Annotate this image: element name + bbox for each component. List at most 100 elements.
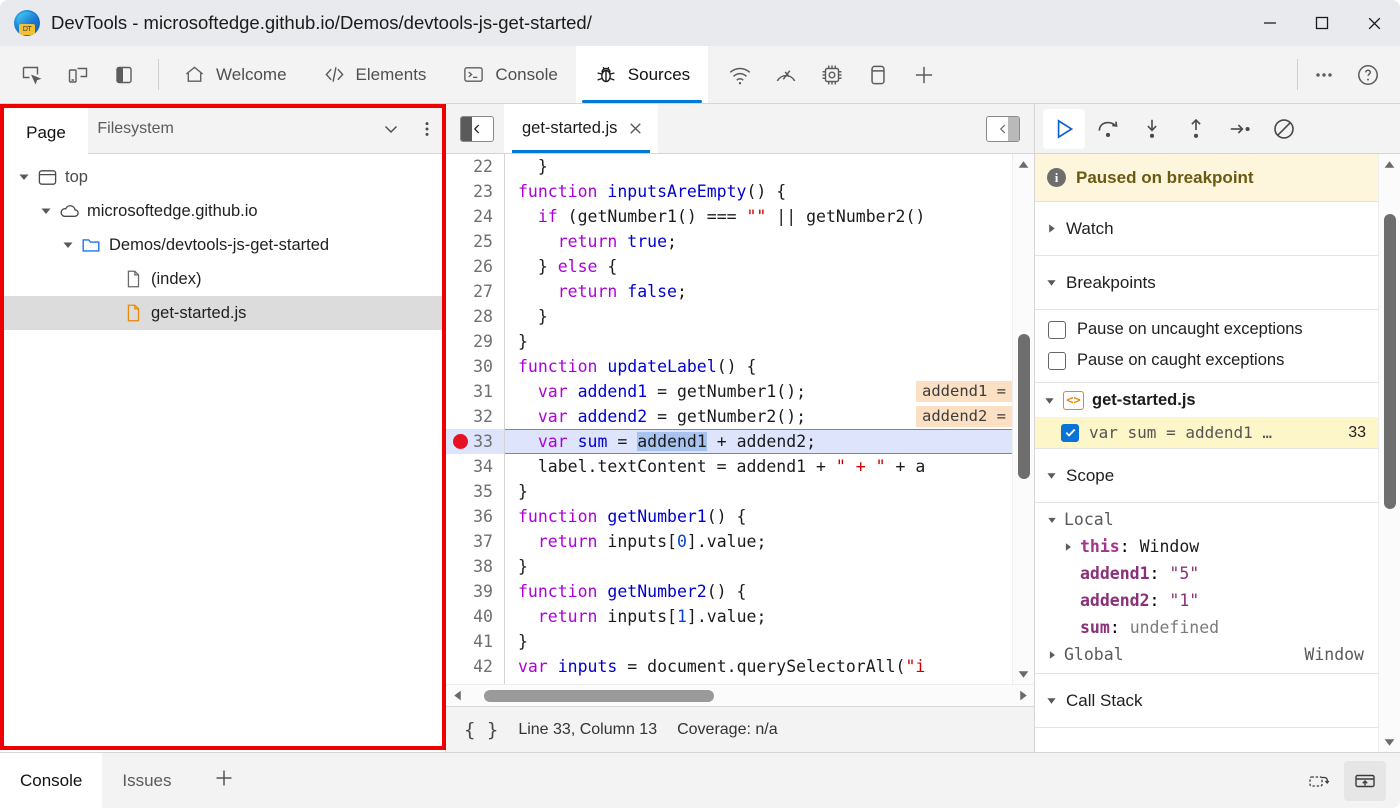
- line-number[interactable]: 34: [446, 454, 504, 479]
- scope-row-addend2[interactable]: addend2 : "1": [1035, 587, 1378, 614]
- tab-elements[interactable]: Elements: [305, 46, 445, 103]
- help-question-icon[interactable]: [1348, 55, 1388, 95]
- code-text[interactable]: return false;: [504, 279, 1012, 304]
- performance-gauge-icon[interactable]: [766, 55, 806, 95]
- chevron-collapsed-icon[interactable]: [1063, 542, 1080, 552]
- chevron-expanded-icon[interactable]: [58, 239, 78, 251]
- scroll-right-arrow-icon[interactable]: [1012, 689, 1034, 702]
- line-number[interactable]: 29: [446, 329, 504, 354]
- scroll-down-arrow-icon[interactable]: [1383, 732, 1396, 752]
- code-text[interactable]: label.textContent = addend1 + " + " + a: [504, 454, 1012, 479]
- code-line[interactable]: 22 }: [446, 154, 1012, 179]
- code-text[interactable]: }: [504, 329, 1012, 354]
- dock-side-icon[interactable]: [104, 55, 144, 95]
- restore-drawer-icon[interactable]: [1298, 761, 1340, 801]
- chevron-expanded-icon[interactable]: [1047, 515, 1064, 525]
- dock-drawer-up-icon[interactable]: [1344, 760, 1386, 801]
- close-icon[interactable]: [627, 120, 644, 137]
- step-out-button[interactable]: [1175, 109, 1217, 149]
- code-line[interactable]: 38}: [446, 554, 1012, 579]
- memory-chip-icon[interactable]: [812, 55, 852, 95]
- chevron-collapsed-icon[interactable]: [1047, 650, 1064, 660]
- line-number[interactable]: 40: [446, 604, 504, 629]
- line-number[interactable]: 36: [446, 504, 504, 529]
- line-number[interactable]: 22: [446, 154, 504, 179]
- section-call-stack[interactable]: Call Stack: [1035, 674, 1378, 728]
- code-text[interactable]: if (getNumber1() === "" || getNumber2(): [504, 204, 1012, 229]
- line-number[interactable]: 27: [446, 279, 504, 304]
- code-lines[interactable]: 22 } 23 function inputsAreEmpty() {24 if (…: [446, 154, 1012, 684]
- editor-hscroll-thumb[interactable]: [484, 690, 714, 702]
- show-navigator-arrow-icon[interactable]: [460, 116, 494, 142]
- line-number[interactable]: 35: [446, 479, 504, 504]
- vertical-ellipsis-icon[interactable]: [409, 104, 445, 154]
- scope-row-sum[interactable]: sum : undefined: [1035, 614, 1378, 641]
- scope-row-this[interactable]: this : Window: [1035, 533, 1378, 560]
- line-number[interactable]: 32: [446, 404, 504, 429]
- step-into-button[interactable]: [1131, 109, 1173, 149]
- line-number[interactable]: 26: [446, 254, 504, 279]
- chevron-expanded-icon[interactable]: [14, 171, 34, 183]
- scroll-down-arrow-icon[interactable]: [1017, 664, 1030, 684]
- code-line[interactable]: 23 function inputsAreEmpty() {: [446, 179, 1012, 204]
- breakpoint-enabled-checkbox[interactable]: [1061, 423, 1079, 442]
- code-line[interactable]: 39 function getNumber2() {: [446, 579, 1012, 604]
- chevron-expanded-icon[interactable]: [1046, 695, 1057, 706]
- scroll-up-arrow-icon[interactable]: [1383, 154, 1396, 174]
- tree-item-domain[interactable]: microsoftedge.github.io: [0, 194, 445, 228]
- drawer-add-tab-button[interactable]: [192, 753, 256, 808]
- line-number[interactable]: 38: [446, 554, 504, 579]
- code-text[interactable]: return true;: [504, 229, 1012, 254]
- section-scope[interactable]: Scope: [1035, 449, 1378, 503]
- code-text[interactable]: }: [504, 554, 1012, 579]
- device-emulation-icon[interactable]: [58, 55, 98, 95]
- breakpoint-file-group[interactable]: <> get-started.js: [1035, 383, 1378, 417]
- scope-row-addend1[interactable]: addend1 : "5": [1035, 560, 1378, 587]
- pause-caught-checkbox[interactable]: [1048, 351, 1066, 370]
- code-line[interactable]: 42 var inputs = document.querySelectorAll…: [446, 654, 1012, 679]
- code-line[interactable]: 30 function updateLabel() {: [446, 354, 1012, 379]
- line-number[interactable]: 42: [446, 654, 504, 679]
- section-watch[interactable]: Watch: [1035, 202, 1378, 256]
- code-text[interactable]: }: [504, 304, 1012, 329]
- chevron-expanded-icon[interactable]: [1046, 277, 1057, 288]
- editor-vertical-scrollbar[interactable]: [1012, 154, 1034, 684]
- minimize-button[interactable]: [1244, 0, 1296, 46]
- tree-item-get-started-js[interactable]: get-started.js: [0, 296, 445, 330]
- code-text[interactable]: return inputs[1].value;: [504, 604, 1012, 629]
- code-text[interactable]: var inputs = document.querySelectorAll("…: [504, 654, 1012, 679]
- pause-uncaught-checkbox[interactable]: [1048, 320, 1066, 339]
- maximize-button[interactable]: [1296, 0, 1348, 46]
- pause-on-caught-exceptions-row[interactable]: Pause on caught exceptions: [1035, 345, 1378, 376]
- step-button[interactable]: [1219, 109, 1261, 149]
- drawer-tab-issues[interactable]: Issues: [102, 753, 191, 808]
- section-breakpoints[interactable]: Breakpoints: [1035, 256, 1378, 310]
- code-text[interactable]: }: [504, 629, 1012, 654]
- deactivate-breakpoints-button[interactable]: [1263, 109, 1305, 149]
- code-line[interactable]: 32 var addend2 = getNumber2(); addend2 =: [446, 404, 1012, 429]
- pause-on-uncaught-exceptions-row[interactable]: Pause on uncaught exceptions: [1035, 314, 1378, 345]
- inspect-element-icon[interactable]: [12, 55, 52, 95]
- chevron-collapsed-icon[interactable]: [1046, 223, 1057, 234]
- line-number[interactable]: 23: [446, 179, 504, 204]
- tab-console[interactable]: Console: [444, 46, 575, 103]
- more-options-ellipsis-icon[interactable]: [1304, 55, 1344, 95]
- editor-scroll-thumb[interactable]: [1018, 334, 1030, 479]
- code-text[interactable]: function updateLabel() {: [504, 354, 1012, 379]
- navigator-file-tree[interactable]: top microsoftedge.github.io Demos/devtoo…: [0, 154, 445, 752]
- scroll-left-arrow-icon[interactable]: [446, 689, 468, 702]
- code-text[interactable]: }: [504, 154, 1012, 179]
- tree-item-folder[interactable]: Demos/devtools-js-get-started: [0, 228, 445, 262]
- code-line[interactable]: 31 var addend1 = getNumber1(); addend1 =: [446, 379, 1012, 404]
- line-number[interactable]: 28: [446, 304, 504, 329]
- code-line[interactable]: 26 } else {: [446, 254, 1012, 279]
- pretty-print-icon[interactable]: { }: [464, 719, 498, 741]
- tab-welcome[interactable]: Welcome: [165, 46, 305, 103]
- line-number[interactable]: 37: [446, 529, 504, 554]
- navigator-tab-page[interactable]: Page: [0, 104, 78, 153]
- code-text[interactable]: return inputs[0].value;: [504, 529, 1012, 554]
- line-number[interactable]: 39: [446, 579, 504, 604]
- tab-sources[interactable]: Sources: [575, 46, 709, 103]
- chevron-expanded-icon[interactable]: [36, 205, 56, 217]
- scope-group-local[interactable]: Local: [1035, 506, 1378, 533]
